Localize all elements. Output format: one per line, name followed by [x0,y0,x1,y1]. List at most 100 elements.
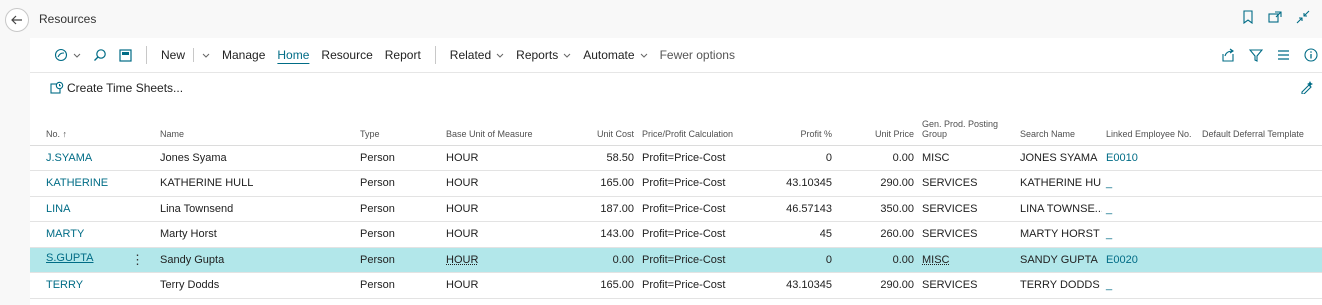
cell-linked-employee[interactable]: E0020 [1102,247,1198,273]
cell-linked-employee-text: _ [1106,202,1113,215]
chevron-down-icon [563,53,571,58]
cell-unit-price: 290.00 [836,170,918,197]
cell-gen-prod-group: SERVICES [918,272,1016,299]
table-row[interactable]: J.SYAMA Jones Syama Person HOUR 58.50 Profit=… [30,145,1322,171]
cell-unit-price: 290.00 [836,272,918,299]
cell-no[interactable]: J.SYAMA [30,145,156,171]
search-button[interactable] [87,38,113,72]
column-header-unit-price[interactable]: Unit Price [836,102,918,146]
cell-unit-cost: 165.00 [540,272,638,299]
related-menu[interactable]: Related [444,38,510,72]
cell-no[interactable]: KATHERINE [30,170,156,197]
edit-list-button[interactable] [113,38,138,72]
cell-search-name-text: MARTY HORST [1020,228,1100,241]
cell-unit-price-text: 0.00 [892,151,914,164]
cell-linked-employee[interactable]: _ [1102,221,1198,248]
chevron-down-icon [73,53,81,58]
column-header-type[interactable]: Type [356,102,442,146]
column-header-name[interactable]: Name [156,102,356,146]
cell-name-text: Sandy Gupta [160,253,225,266]
cell-unit-cost-text: 0.00 [612,253,634,266]
cell-search-name: LINA TOWNSE... [1016,196,1102,222]
table-row[interactable]: MARTY Marty Horst Person HOUR 143.00 Profit=P… [30,221,1322,248]
column-header-search-name[interactable]: Search Name [1016,102,1102,146]
automate-menu[interactable]: Automate [577,38,653,72]
bookmark-icon[interactable] [1242,10,1254,24]
resources-table: No. ↑ Name Type Base Unit of Measure Uni… [30,102,1322,299]
cell-no[interactable]: MARTY [30,221,156,248]
cell-linked-employee[interactable]: E0010 [1102,145,1198,171]
column-header-gen-prod-group[interactable]: Gen. Prod. Posting Group [918,102,1016,146]
row-actions-menu[interactable]: ⋮ [131,252,144,268]
filter-icon[interactable] [1249,48,1263,62]
cell-unit-text: HOUR [446,228,479,241]
table-row[interactable]: LINA Lina Townsend Person HOUR 187.00 Profit=… [30,196,1322,222]
cell-search-name: KATHERINE HULL [1016,170,1102,197]
copilot-button[interactable] [48,38,87,72]
tab-manage[interactable]: Manage [216,38,271,72]
cell-name: Sandy Gupta [156,247,356,273]
new-button[interactable]: New [155,38,191,72]
cell-profit-pct: 45 [746,221,836,248]
top-bar: Resources [0,0,1322,38]
cell-type: Person [356,247,442,273]
cell-name: Terry Dodds [156,272,356,299]
chevron-down-icon [496,53,504,58]
table-row[interactable]: S.GUPTA ⋮ Sandy Gupta Person HOUR 0.00 Profit=… [30,247,1322,273]
new-dropdown[interactable] [196,38,216,72]
cell-search-name-text: JONES SYAMA [1020,151,1098,164]
cell-linked-employee-text: _ [1106,228,1113,241]
cell-name: KATHERINE HULL [156,170,356,197]
cell-no-text: S.GUPTA [46,251,94,264]
create-time-sheets-button[interactable]: Create Time Sheets... [50,81,183,95]
cell-profit-pct: 43.10345 [746,272,836,299]
column-header-base-unit[interactable]: Base Unit of Measure [442,102,540,146]
column-header-no[interactable]: No. ↑ [30,102,156,146]
cell-linked-employee-text: _ [1106,279,1113,292]
open-new-window-icon[interactable] [1268,11,1282,23]
cell-no[interactable]: S.GUPTA ⋮ [30,247,156,273]
cell-gen-prod-group: SERVICES [918,221,1016,248]
cell-unit: HOUR [442,272,540,299]
column-header-linked-employee[interactable]: Linked Employee No. [1102,102,1198,146]
column-header-price-calc[interactable]: Price/Profit Calculation [638,102,746,146]
cell-deferral-template [1198,145,1322,171]
tab-resource[interactable]: Resource [315,38,378,72]
reports-menu[interactable]: Reports [510,38,577,72]
cell-unit-text: HOUR [446,202,479,215]
cell-gen-prod-group-text: MISC [922,151,950,164]
action-bar: New Manage Home Resource Report Related … [30,38,1322,72]
tab-home[interactable]: Home [271,38,315,72]
tab-report[interactable]: Report [379,38,427,72]
back-button[interactable] [5,8,29,32]
column-header-profit-pct[interactable]: Profit % [746,102,836,146]
personalize-icon[interactable] [1300,80,1314,94]
column-header-unit-cost[interactable]: Unit Cost [540,102,638,146]
fewer-options-button[interactable]: Fewer options [654,38,741,72]
cell-unit: HOUR [442,170,540,197]
cell-profit-pct: 0 [746,145,836,171]
cell-name: Jones Syama [156,145,356,171]
cell-no[interactable]: TERRY [30,272,156,299]
table-row[interactable]: KATHERINE KATHERINE HULL Person HOUR 165.00 P… [30,170,1322,197]
share-icon[interactable] [1221,48,1235,62]
cell-gen-prod-group: SERVICES [918,170,1016,197]
cell-linked-employee[interactable]: _ [1102,196,1198,222]
table-row[interactable]: TERRY Terry Dodds Person HOUR 165.00 Profit=P… [30,272,1322,299]
cell-linked-employee[interactable]: _ [1102,170,1198,197]
cell-type: Person [356,196,442,222]
cell-unit-cost: 187.00 [540,196,638,222]
cell-no[interactable]: LINA [30,196,156,222]
column-header-deferral-template[interactable]: Default Deferral Template [1198,102,1322,146]
cell-type-text: Person [360,253,395,266]
cell-price-calc: Profit=Price-Cost [638,221,746,248]
cell-no-text: J.SYAMA [46,151,93,164]
copilot-icon [54,48,68,62]
cell-unit-price: 350.00 [836,196,918,222]
cell-linked-employee[interactable]: _ [1102,272,1198,299]
collapse-icon[interactable] [1296,10,1310,24]
cell-no-text: TERRY [46,279,84,292]
info-icon[interactable] [1304,48,1318,62]
cell-profit-pct: 43.10345 [746,170,836,197]
list-view-icon[interactable] [1277,49,1290,61]
